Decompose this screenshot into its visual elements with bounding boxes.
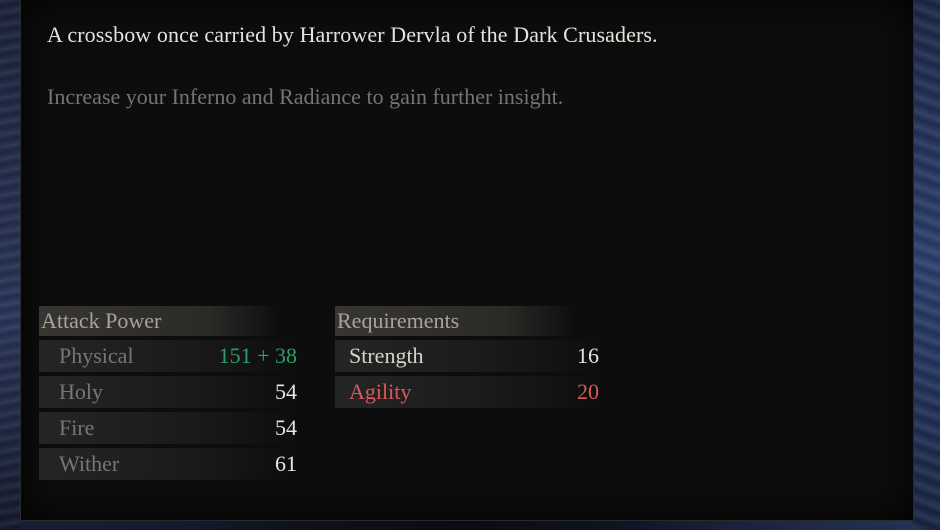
attack-stat-value: 151 + 38 [218, 343, 297, 368]
background-art-left [0, 0, 20, 530]
attack-stat-name: Wither [59, 451, 120, 476]
requirement-stat-name: Strength [349, 343, 424, 368]
requirements-header: Requirements [335, 306, 577, 336]
item-info-panel: A crossbow once carried by Harrower Derv… [20, 0, 914, 521]
attack-row-fire: Fire 54 [39, 412, 297, 444]
requirement-row-strength: Strength 16 [335, 340, 599, 372]
attack-row-holy: Holy 54 [39, 376, 297, 408]
background-art-right [912, 0, 940, 530]
attack-stat-name: Physical [59, 343, 134, 368]
requirement-stat-value: 16 [577, 343, 599, 368]
requirement-row-agility: Agility 20 [335, 376, 599, 408]
attack-row-physical: Physical 151 + 38 [39, 340, 297, 372]
attack-stat-name: Fire [59, 415, 95, 440]
attack-stat-name: Holy [59, 379, 103, 404]
attack-stat-value: 54 [275, 415, 297, 440]
item-description: A crossbow once carried by Harrower Derv… [47, 22, 658, 47]
attack-power-header: Attack Power [39, 306, 281, 336]
requirement-stat-value: 20 [577, 379, 599, 404]
attack-stat-value: 54 [275, 379, 297, 404]
attack-row-wither: Wither 61 [39, 448, 297, 480]
insight-hint: Increase your Inferno and Radiance to ga… [47, 84, 564, 109]
item-details-screen: A crossbow once carried by Harrower Derv… [0, 0, 940, 530]
attack-stat-value: 61 [275, 451, 297, 476]
requirement-stat-name: Agility [349, 379, 412, 404]
